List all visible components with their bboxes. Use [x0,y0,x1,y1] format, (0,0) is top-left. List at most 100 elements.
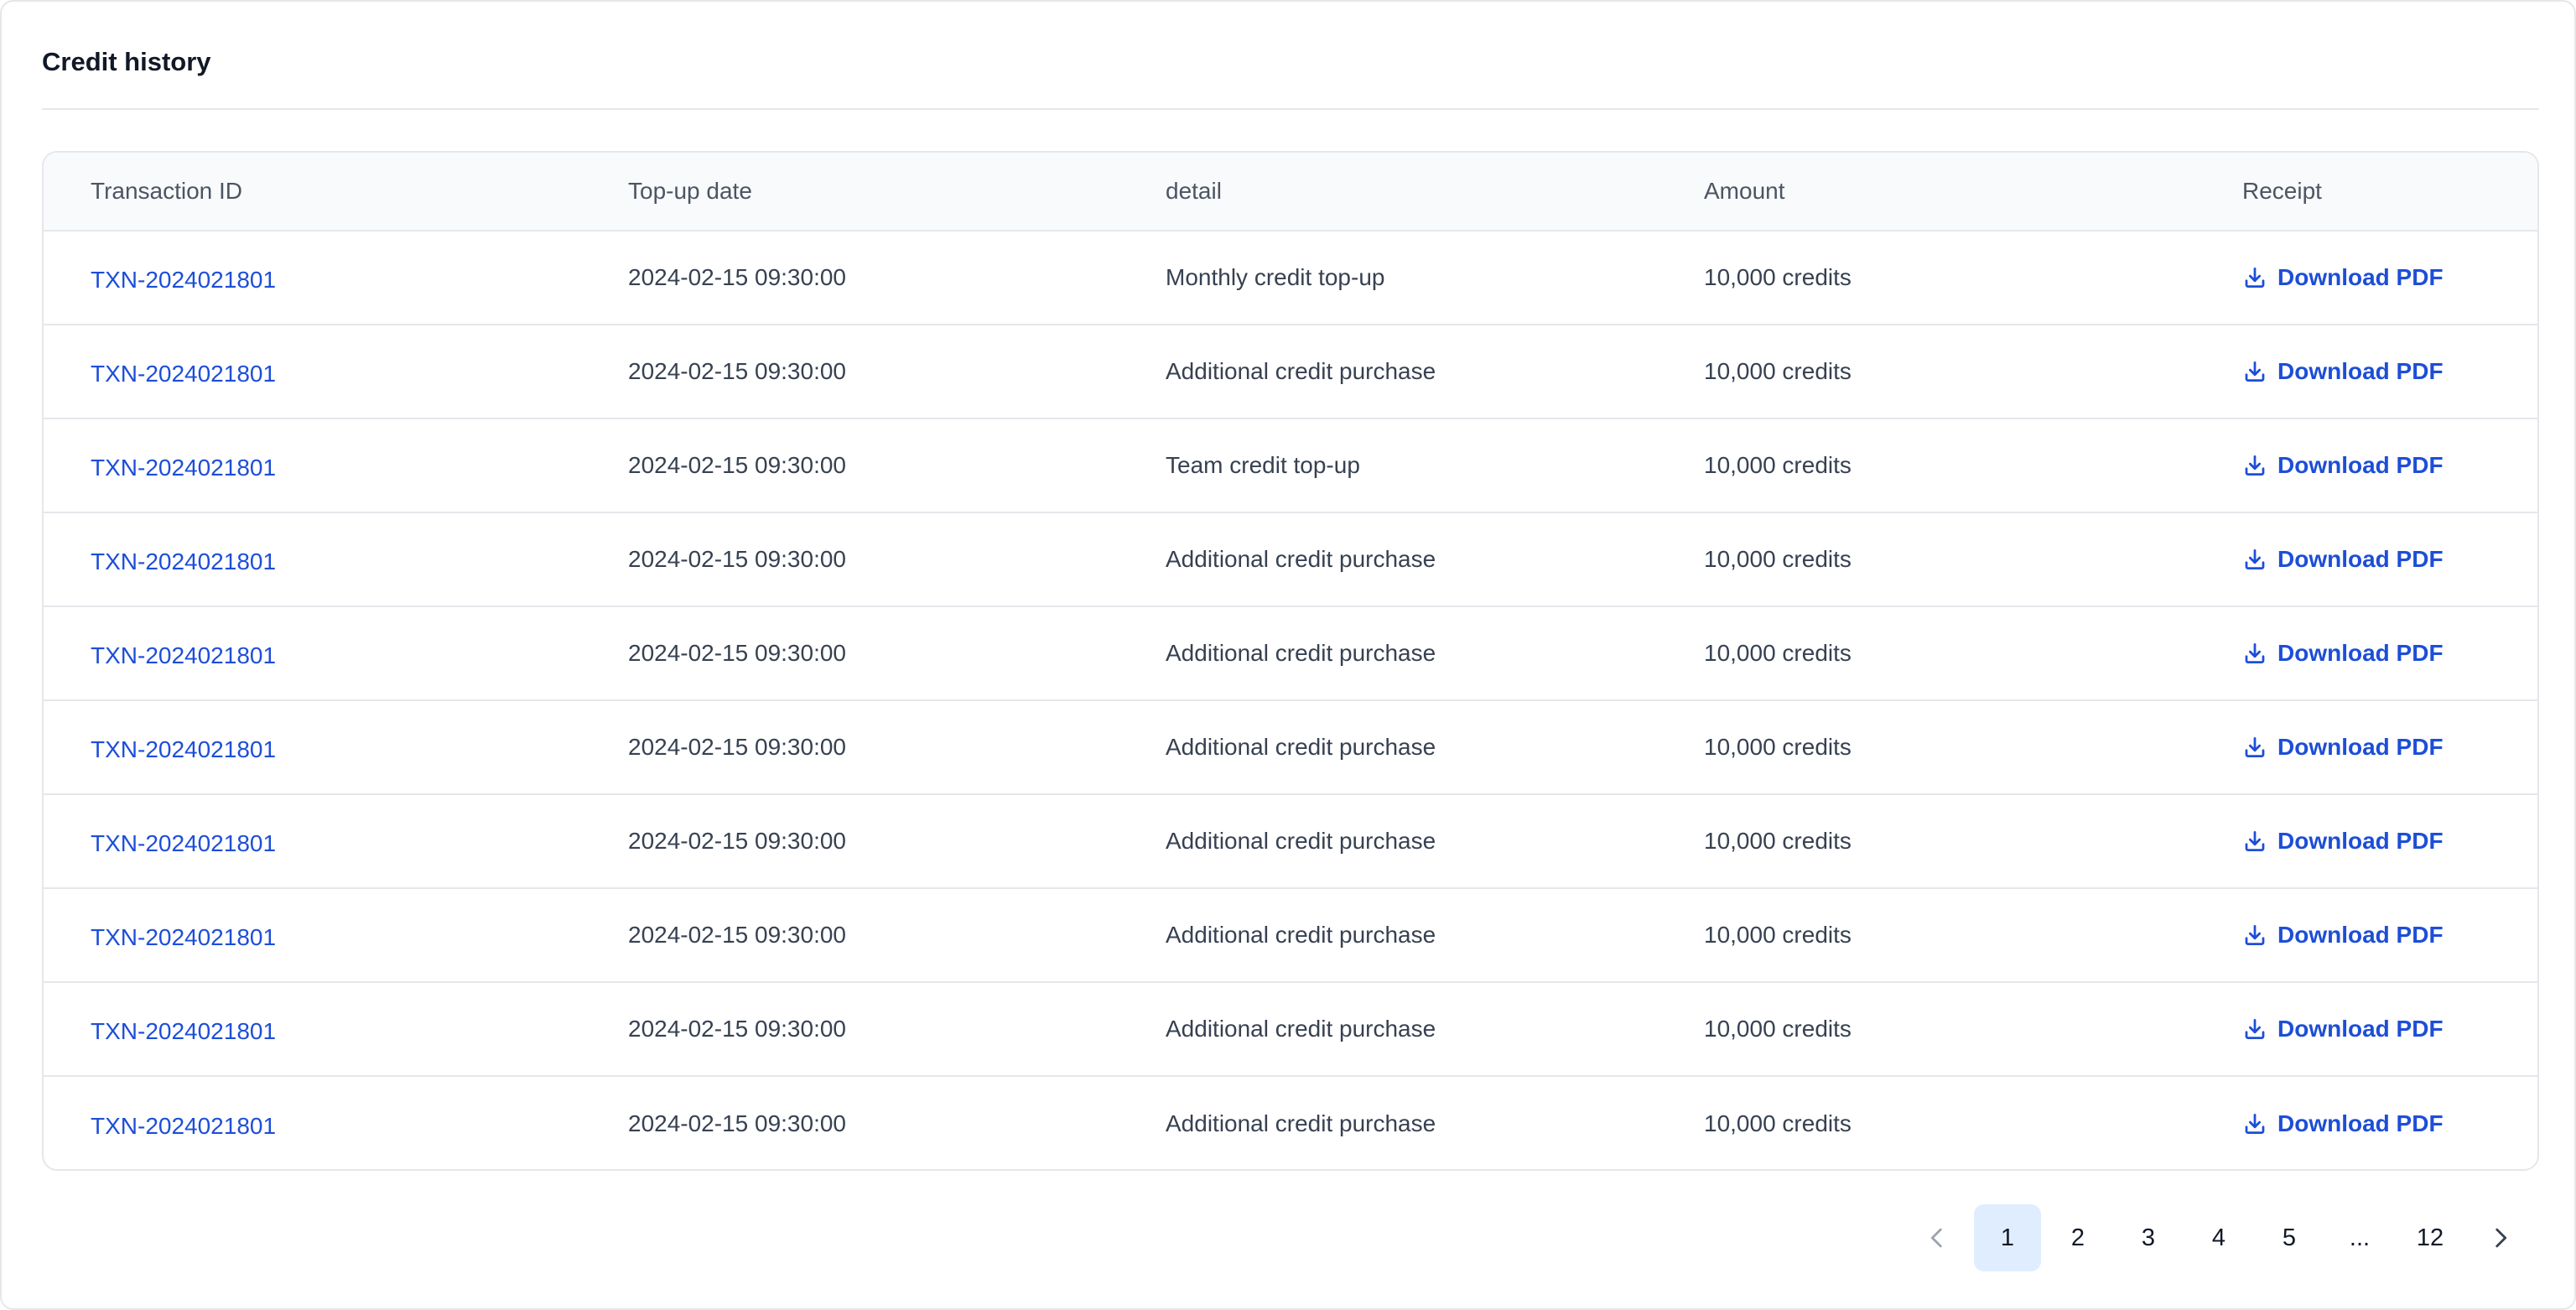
detail-text: Monthly credit top-up [1166,264,1385,290]
download-icon [2245,268,2265,288]
download-label: Download PDF [2277,640,2444,666]
download-pdf-button[interactable]: Download PDF [2242,325,2444,418]
chevron-left-icon[interactable] [1903,1204,1971,1271]
detail-text: Additional credit purchase [1166,922,1436,948]
table-row: TXN-2024021801 2024-02-15 09:30:00 Addit… [44,889,2537,983]
table-header: Transaction ID Top-up date detail Amount… [44,153,2537,231]
download-label: Download PDF [2277,922,2444,948]
download-label: Download PDF [2277,452,2444,478]
credit-history-panel: Credit history Transaction ID Top-up dat… [0,0,2576,1310]
amount-text: 10,000 credits [1704,922,1852,948]
page-button-1[interactable]: 1 [1974,1204,2041,1271]
pagination: 1 2 3 4 5... 12 [1903,1203,2537,1273]
page-button-2[interactable]: 2 [2044,1204,2111,1271]
table-row: TXN-2024021801 2024-02-15 09:30:00 Team … [44,419,2537,513]
table-row: TXN-2024021801 2024-02-15 09:30:00 Addit… [44,701,2537,795]
top-up-date: 2024-02-15 09:30:00 [628,922,846,948]
transaction-id-link[interactable]: TXN-2024021801 [91,419,276,512]
table-row: TXN-2024021801 2024-02-15 09:30:00 Addit… [44,513,2537,607]
divider [42,108,2539,110]
amount-text: 10,000 credits [1704,1110,1852,1136]
detail-text: Additional credit purchase [1166,1110,1436,1136]
top-up-date: 2024-02-15 09:30:00 [628,1016,846,1042]
table-body: TXN-2024021801 2024-02-15 09:30:00 Month… [44,231,2537,1169]
table-row: TXN-2024021801 2024-02-15 09:30:00 Addit… [44,607,2537,701]
table-row: TXN-2024021801 2024-02-15 09:30:00 Addit… [44,983,2537,1077]
page-button-12[interactable]: 12 [2397,1204,2464,1271]
download-pdf-button[interactable]: Download PDF [2242,513,2444,606]
download-pdf-button[interactable]: Download PDF [2242,419,2444,512]
top-up-date: 2024-02-15 09:30:00 [628,546,846,572]
transaction-id-link[interactable]: TXN-2024021801 [91,325,276,418]
detail-text: Additional credit purchase [1166,1016,1436,1042]
download-icon [2245,1114,2265,1134]
column-header-amount[interactable]: Amount [1704,153,1785,230]
transaction-id-link[interactable]: TXN-2024021801 [91,889,276,981]
chevron-right-icon[interactable] [2467,1204,2534,1271]
amount-text: 10,000 credits [1704,546,1852,572]
table-row: TXN-2024021801 2024-02-15 09:30:00 Addit… [44,795,2537,889]
page-button-5[interactable]: 5 [2256,1204,2323,1271]
download-icon [2245,455,2265,476]
top-up-date: 2024-02-15 09:30:00 [628,828,846,854]
transaction-id-link[interactable]: TXN-2024021801 [91,607,276,699]
download-icon [2245,737,2265,757]
top-up-date: 2024-02-15 09:30:00 [628,452,846,478]
detail-text: Additional credit purchase [1166,358,1436,384]
top-up-date: 2024-02-15 09:30:00 [628,264,846,290]
detail-text: Additional credit purchase [1166,828,1436,854]
detail-text: Additional credit purchase [1166,734,1436,760]
download-label: Download PDF [2277,828,2444,854]
top-up-date: 2024-02-15 09:30:00 [628,640,846,666]
top-up-date: 2024-02-15 09:30:00 [628,358,846,384]
download-pdf-button[interactable]: Download PDF [2242,607,2444,699]
amount-text: 10,000 credits [1704,734,1852,760]
download-label: Download PDF [2277,358,2444,384]
page-button-4[interactable]: 4 [2185,1204,2252,1271]
download-pdf-button[interactable]: Download PDF [2242,1077,2444,1169]
credit-history-table: Transaction ID Top-up date detail Amount… [42,151,2539,1171]
download-label: Download PDF [2277,1110,2444,1136]
download-icon [2245,643,2265,663]
transaction-id-link[interactable]: TXN-2024021801 [91,1077,276,1169]
transaction-id-link[interactable]: TXN-2024021801 [91,513,276,606]
download-label: Download PDF [2277,734,2444,760]
download-icon [2245,1019,2265,1039]
download-pdf-button[interactable]: Download PDF [2242,701,2444,793]
page-button-3[interactable]: 3 [2115,1204,2182,1271]
amount-text: 10,000 credits [1704,828,1852,854]
download-pdf-button[interactable]: Download PDF [2242,795,2444,887]
transaction-id-link[interactable]: TXN-2024021801 [91,795,276,887]
download-label: Download PDF [2277,264,2444,290]
amount-text: 10,000 credits [1704,1016,1852,1042]
table-row: TXN-2024021801 2024-02-15 09:30:00 Addit… [44,325,2537,419]
download-label: Download PDF [2277,1016,2444,1042]
download-icon [2245,831,2265,851]
table-row: TXN-2024021801 2024-02-15 09:30:00 Month… [44,231,2537,325]
amount-text: 10,000 credits [1704,264,1852,290]
detail-text: Additional credit purchase [1166,640,1436,666]
panel-title: Credit history [42,47,211,76]
download-pdf-button[interactable]: Download PDF [2242,231,2444,324]
transaction-id-link[interactable]: TXN-2024021801 [91,701,276,793]
top-up-date: 2024-02-15 09:30:00 [628,734,846,760]
download-label: Download PDF [2277,546,2444,572]
detail-text: Additional credit purchase [1166,546,1436,572]
download-icon [2245,925,2265,945]
transaction-id-link[interactable]: TXN-2024021801 [91,983,276,1075]
amount-text: 10,000 credits [1704,640,1852,666]
top-up-date: 2024-02-15 09:30:00 [628,1110,846,1136]
download-pdf-button[interactable]: Download PDF [2242,983,2444,1075]
detail-text: Team credit top-up [1166,452,1360,478]
column-header-transaction-id[interactable]: Transaction ID [91,153,242,230]
download-pdf-button[interactable]: Download PDF [2242,889,2444,981]
column-header-top-up-date[interactable]: Top-up date [628,153,752,230]
pagination-ellipsis: ... [2349,1224,2371,1251]
column-header-receipt: Receipt [2242,178,2322,204]
amount-text: 10,000 credits [1704,452,1852,478]
download-icon [2245,549,2265,569]
download-icon [2245,361,2265,382]
amount-text: 10,000 credits [1704,358,1852,384]
transaction-id-link[interactable]: TXN-2024021801 [91,231,276,324]
column-header-detail[interactable]: detail [1166,153,1222,230]
